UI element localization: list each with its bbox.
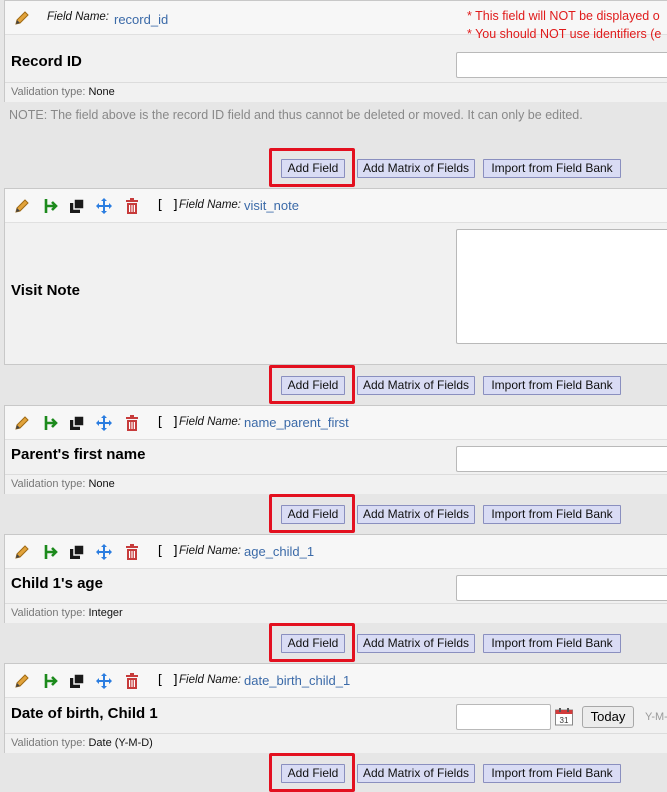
field-header: [ ] Field Name: name_parent_first — [5, 406, 667, 440]
field-block-age-child-1: [ ] Field Name: age_child_1 Child 1's ag… — [4, 534, 667, 623]
field-brackets: [ ] — [156, 198, 180, 213]
warning-display: * This field will NOT be displayed o — [467, 9, 660, 23]
today-button[interactable]: Today — [582, 706, 634, 728]
record-id-note: NOTE: The field above is the record ID f… — [9, 108, 583, 122]
move-icon[interactable] — [95, 543, 113, 561]
add-matrix-button[interactable]: Add Matrix of Fields — [357, 159, 475, 178]
field-block-record-id: Field Name: record_id * This field will … — [4, 0, 667, 102]
pencil-icon[interactable] — [13, 9, 31, 27]
branching-icon[interactable] — [42, 197, 60, 215]
pencil-icon[interactable] — [13, 543, 31, 561]
trash-icon[interactable] — [123, 672, 141, 690]
field-brackets: [ ] — [156, 415, 180, 430]
trash-icon[interactable] — [123, 414, 141, 432]
field-name-value: name_parent_first — [244, 415, 349, 430]
move-icon[interactable] — [95, 672, 113, 690]
branching-icon[interactable] — [42, 414, 60, 432]
validation-label: Validation type: — [11, 86, 86, 98]
add-field-button[interactable]: Add Field — [281, 764, 345, 783]
move-icon[interactable] — [95, 414, 113, 432]
field-block-name-parent-first: [ ] Field Name: name_parent_first Parent… — [4, 405, 667, 494]
add-field-row: Add Field Add Matrix of Fields Import fr… — [0, 753, 667, 792]
validation-row: Validation type: Integer — [5, 603, 667, 623]
field-label: Visit Note — [11, 282, 80, 299]
validation-row: Validation type: None — [5, 82, 667, 102]
field-name-value: record_id — [114, 12, 169, 27]
import-field-bank-button[interactable]: Import from Field Bank — [483, 634, 621, 653]
import-field-bank-button[interactable]: Import from Field Bank — [483, 505, 621, 524]
field-name-value: date_birth_child_1 — [244, 673, 351, 688]
field-block-visit-note: [ ] Field Name: visit_note Visit Note — [4, 188, 667, 365]
add-field-button[interactable]: Add Field — [281, 159, 345, 178]
pencil-icon[interactable] — [13, 197, 31, 215]
validation-label: Validation type: — [11, 607, 86, 619]
add-field-button[interactable]: Add Field — [281, 505, 345, 524]
field-name-label: Field Name: — [179, 545, 241, 557]
pencil-icon[interactable] — [13, 414, 31, 432]
validation-value: Integer — [88, 607, 123, 619]
field-brackets: [ ] — [156, 673, 180, 688]
field-header: [ ] Field Name: visit_note — [5, 189, 667, 223]
copy-icon[interactable] — [68, 672, 86, 690]
import-field-bank-button[interactable]: Import from Field Bank — [483, 764, 621, 783]
field-name-label: Field Name: — [179, 674, 241, 686]
copy-icon[interactable] — [68, 197, 86, 215]
add-matrix-button[interactable]: Add Matrix of Fields — [357, 634, 475, 653]
import-field-bank-button[interactable]: Import from Field Bank — [483, 159, 621, 178]
add-field-row: Add Field Add Matrix of Fields Import fr… — [0, 623, 667, 662]
parent-first-name-input[interactable] — [456, 446, 667, 472]
validation-value: None — [88, 86, 115, 98]
add-field-row: Add Field Add Matrix of Fields Import fr… — [0, 148, 667, 187]
record-id-input[interactable] — [456, 52, 667, 78]
field-label: Child 1's age — [11, 575, 103, 592]
branching-icon[interactable] — [42, 543, 60, 561]
move-icon[interactable] — [95, 197, 113, 215]
date-format-hint: Y-M- — [645, 711, 667, 723]
warning-identifiers: * You should NOT use identifiers (e — [467, 27, 662, 41]
add-matrix-button[interactable]: Add Matrix of Fields — [357, 376, 475, 395]
pencil-icon[interactable] — [13, 672, 31, 690]
field-name-value: age_child_1 — [244, 544, 315, 559]
field-header: [ ] Field Name: date_birth_child_1 — [5, 664, 667, 698]
field-name-label: Field Name: — [179, 416, 241, 428]
field-name-label: Field Name: — [179, 199, 241, 211]
add-field-row: Add Field Add Matrix of Fields Import fr… — [0, 494, 667, 533]
field-label: Parent's first name — [11, 446, 146, 463]
validation-row: Validation type: Date (Y-M-D) — [5, 733, 667, 753]
child-age-input[interactable] — [456, 575, 667, 601]
field-brackets: [ ] — [156, 544, 180, 559]
field-label: Record ID — [11, 53, 82, 70]
branching-icon[interactable] — [42, 672, 60, 690]
field-block-date-birth-child-1: [ ] Field Name: date_birth_child_1 Date … — [4, 663, 667, 753]
add-matrix-button[interactable]: Add Matrix of Fields — [357, 764, 475, 783]
trash-icon[interactable] — [123, 543, 141, 561]
add-field-row: Add Field Add Matrix of Fields Import fr… — [0, 365, 667, 404]
field-name-value: visit_note — [244, 198, 299, 213]
date-of-birth-input[interactable] — [456, 704, 551, 730]
validation-label: Validation type: — [11, 737, 86, 749]
copy-icon[interactable] — [68, 543, 86, 561]
copy-icon[interactable] — [68, 414, 86, 432]
validation-row: Validation type: None — [5, 474, 667, 494]
add-field-button[interactable]: Add Field — [281, 376, 345, 395]
validation-label: Validation type: — [11, 478, 86, 490]
field-name-label: Field Name: — [47, 11, 109, 23]
validation-value: None — [88, 478, 115, 490]
field-header: [ ] Field Name: age_child_1 — [5, 535, 667, 569]
import-field-bank-button[interactable]: Import from Field Bank — [483, 376, 621, 395]
trash-icon[interactable] — [123, 197, 141, 215]
visit-note-textarea[interactable] — [456, 229, 667, 344]
field-label: Date of birth, Child 1 — [11, 705, 158, 722]
validation-value: Date (Y-M-D) — [88, 737, 153, 749]
svg-text:31: 31 — [560, 716, 569, 725]
add-matrix-button[interactable]: Add Matrix of Fields — [357, 505, 475, 524]
calendar-icon[interactable]: 31 — [554, 707, 574, 727]
field-header: Field Name: record_id * This field will … — [5, 1, 667, 41]
add-field-button[interactable]: Add Field — [281, 634, 345, 653]
